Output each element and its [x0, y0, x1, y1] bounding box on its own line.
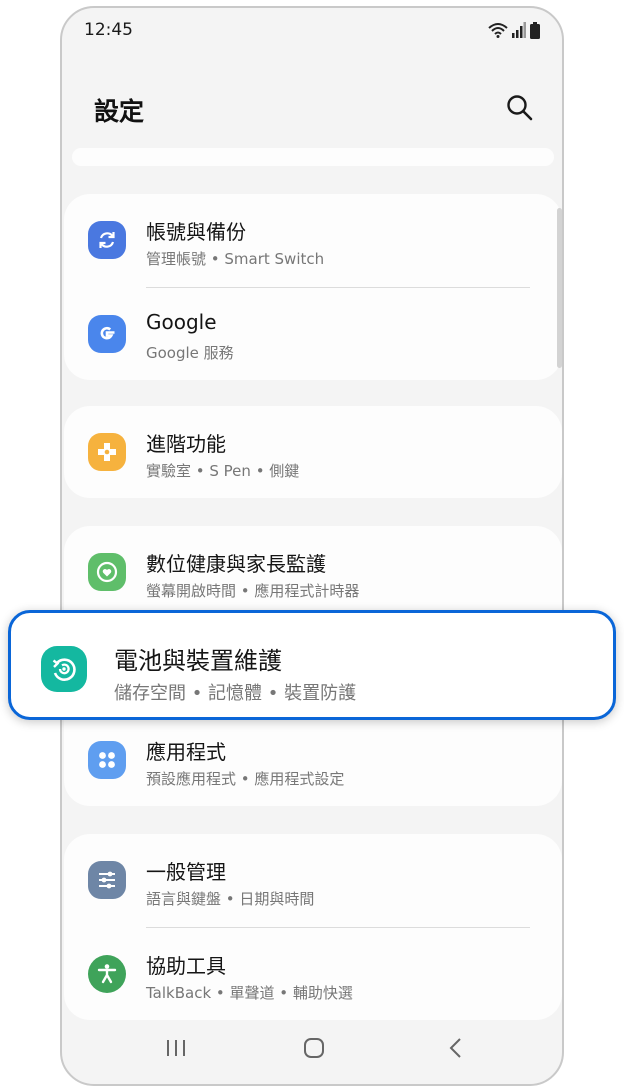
back-button[interactable]	[436, 1032, 476, 1064]
settings-item-title: 帳號與備份	[146, 220, 246, 244]
settings-item-title: 協助工具	[146, 954, 226, 978]
settings-item-title: Google	[146, 310, 217, 334]
accessibility-icon	[88, 955, 126, 993]
settings-item-digital-wellbeing[interactable]: 數位健康與家長監護 螢幕開啟時間 • 應用程式計時器	[64, 526, 562, 618]
settings-item-accounts-backup[interactable]: 帳號與備份 管理帳號 • Smart Switch	[64, 194, 562, 286]
home-button[interactable]	[294, 1032, 334, 1064]
settings-item-title: 應用程式	[146, 740, 226, 764]
settings-card-accounts: 帳號與備份 管理帳號 • Smart Switch Google Google …	[64, 194, 562, 380]
status-bar: 12:45	[62, 8, 562, 56]
settings-item-subtitle: TalkBack • 單聲道 • 輔助快選	[146, 984, 353, 1002]
navigation-bar	[62, 1014, 562, 1084]
home-icon	[304, 1038, 324, 1058]
settings-item-subtitle: 預設應用程式 • 應用程式設定	[146, 770, 345, 788]
settings-item-title: 進階功能	[146, 432, 226, 456]
apps-icon	[88, 741, 126, 779]
advanced-features-icon	[88, 433, 126, 471]
scrollbar-thumb[interactable]	[557, 208, 562, 368]
settings-item-subtitle: 語言與鍵盤 • 日期與時間	[146, 890, 315, 908]
settings-item-subtitle: 螢幕開啟時間 • 應用程式計時器	[146, 582, 360, 600]
previous-card-edge	[72, 148, 554, 166]
settings-item-battery-device-care[interactable]: 電池與裝置維護 儲存空間 • 記憶體 • 裝置防護	[8, 610, 616, 720]
settings-item-apps[interactable]: 應用程式 預設應用程式 • 應用程式設定	[64, 714, 562, 806]
sliders-icon	[88, 861, 126, 899]
settings-item-title: 電池與裝置維護	[114, 647, 282, 675]
recent-apps-icon	[167, 1040, 185, 1056]
settings-item-subtitle: 儲存空間 • 記憶體 • 裝置防護	[114, 683, 357, 704]
status-time: 12:45	[84, 20, 133, 40]
phone-frame: 12:45 設定 帳號與備份 管理帳號 • Smart Switch Googl…	[60, 6, 564, 1086]
settings-item-advanced-features[interactable]: 進階功能 實驗室 • S Pen • 側鍵	[64, 406, 562, 498]
device-care-icon	[41, 646, 87, 692]
battery-icon	[530, 21, 540, 39]
settings-item-subtitle: Google 服務	[146, 344, 234, 362]
digital-wellbeing-icon	[88, 553, 126, 591]
search-icon	[507, 95, 533, 121]
sync-icon	[88, 221, 126, 259]
wifi-icon	[488, 23, 508, 38]
page-title: 設定	[94, 97, 145, 126]
settings-card-advanced: 進階功能 實驗室 • S Pen • 側鍵	[64, 406, 562, 498]
back-icon	[449, 1038, 461, 1058]
recent-apps-button[interactable]	[156, 1032, 196, 1064]
settings-item-title: 數位健康與家長監護	[146, 552, 326, 576]
settings-item-subtitle: 實驗室 • S Pen • 側鍵	[146, 462, 300, 480]
settings-item-google[interactable]: Google Google 服務	[64, 288, 562, 380]
settings-item-general-management[interactable]: 一般管理 語言與鍵盤 • 日期與時間	[64, 834, 562, 926]
google-icon	[88, 315, 126, 353]
settings-card-general: 一般管理 語言與鍵盤 • 日期與時間 協助工具 TalkBack • 單聲道 •…	[64, 834, 562, 1020]
status-icons	[488, 20, 540, 40]
settings-item-subtitle: 管理帳號 • Smart Switch	[146, 250, 325, 268]
settings-item-title: 一般管理	[146, 860, 226, 884]
signal-icon	[512, 22, 526, 38]
search-button[interactable]	[504, 92, 536, 124]
settings-item-accessibility[interactable]: 協助工具 TalkBack • 單聲道 • 輔助快選	[64, 928, 562, 1020]
